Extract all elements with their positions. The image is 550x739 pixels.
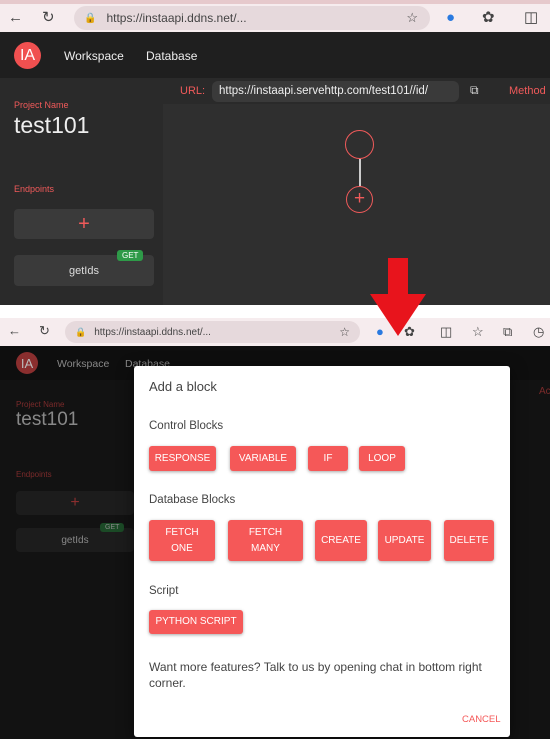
star-icon[interactable]: ☆ [339,325,350,339]
endpoints-label: Endpoints [14,184,55,194]
add-block-modal: Add a block Control Blocks RESPONSE VARI… [134,366,510,737]
method-label: Method [509,85,546,97]
address-bar[interactable]: 🔒 https://instaapi.ddns.net/... ☆ [65,321,360,343]
app-header: IA Workspace Database [0,32,550,78]
endpoint-name: getIds [61,534,89,546]
project-name-label: Project Name [14,100,69,110]
url-text: https://instaapi.ddns.net/... [94,326,211,338]
split-screen-icon[interactable]: ◫ [524,10,538,25]
script-label: Script [149,585,179,597]
database-blocks-label: Database Blocks [149,494,236,506]
variable-button[interactable]: VARIABLE [230,446,296,471]
favorites-icon[interactable]: ☆ [472,325,484,338]
python-script-button[interactable]: PYTHON SCRIPT [149,610,243,634]
nav-database[interactable]: Database [146,49,197,63]
method-badge: GET [117,250,144,261]
loop-button[interactable]: LOOP [359,446,405,471]
add-endpoint-button[interactable]: + [14,209,154,239]
url-text: https://instaapi.ddns.net/... [106,11,247,25]
lock-icon: 🔒 [84,12,97,24]
project-name-label: Project Name [16,400,65,409]
reload-icon[interactable]: ↻ [39,324,50,337]
endpoint-url-field[interactable]: https://instaapi.servehttp.com/test101//… [212,81,459,102]
delete-button[interactable]: DELETE [444,520,494,561]
star-icon[interactable]: ☆ [406,10,418,26]
nav-workspace[interactable]: Workspace [64,49,124,63]
reload-icon[interactable]: ↻ [42,10,55,25]
logo[interactable]: IA [14,42,41,69]
flow-connector [359,159,361,186]
copilot-icon[interactable]: ● [446,10,455,25]
browser-toolbar: ← ↻ 🔒 https://instaapi.ddns.net/... ☆ ● … [0,318,550,346]
response-button[interactable]: RESPONSE [149,446,216,471]
back-icon[interactable]: ← [8,324,21,337]
back-icon[interactable]: ← [8,10,23,25]
url-label: URL: [180,85,206,97]
fetch-many-button[interactable]: FETCH MANY [228,520,303,561]
lock-icon: 🔒 [75,326,87,337]
partial-label: Ac [539,386,550,397]
add-endpoint-button: + [16,491,134,515]
endpoint-name: getIds [69,264,99,277]
create-button[interactable]: CREATE [315,520,367,561]
extensions-icon[interactable]: ✿ [482,10,495,25]
bottom-screenshot: ← ↻ 🔒 https://instaapi.ddns.net/... ☆ ● … [0,318,550,739]
logo: IA [16,352,38,374]
update-button[interactable]: UPDATE [378,520,431,561]
project-name: test101 [16,409,79,430]
collections-icon[interactable]: ⧉ [503,325,512,338]
if-button[interactable]: IF [308,446,348,471]
split-screen-icon[interactable]: ◫ [440,325,452,338]
modal-note: Want more features? Talk to us by openin… [149,660,482,690]
down-arrow-icon [370,258,426,336]
modal-title: Add a block [149,379,217,394]
address-bar[interactable]: 🔒 https://instaapi.ddns.net/... ☆ [74,6,430,30]
nav-workspace: Workspace [57,358,110,370]
url-row: URL: https://instaapi.servehttp.com/test… [163,78,550,104]
cancel-button[interactable]: CANCEL [462,714,501,725]
flow-start-node[interactable] [345,130,374,159]
top-screenshot: ← ↻ 🔒 https://instaapi.ddns.net/... ☆ ● … [0,0,550,305]
method-badge: GET [100,523,125,532]
project-name: test101 [14,112,90,138]
history-icon[interactable]: ◷ [533,325,544,338]
add-block-button[interactable]: + [346,186,373,213]
copy-icon[interactable]: ⧉ [470,83,479,98]
browser-toolbar: ← ↻ 🔒 https://instaapi.ddns.net/... ☆ ● … [0,4,550,32]
sidebar: Project Name test101 Endpoints + getIds … [0,78,163,305]
control-blocks-label: Control Blocks [149,420,224,432]
fetch-one-button[interactable]: FETCH ONE [149,520,215,561]
endpoints-label: Endpoints [16,470,52,479]
